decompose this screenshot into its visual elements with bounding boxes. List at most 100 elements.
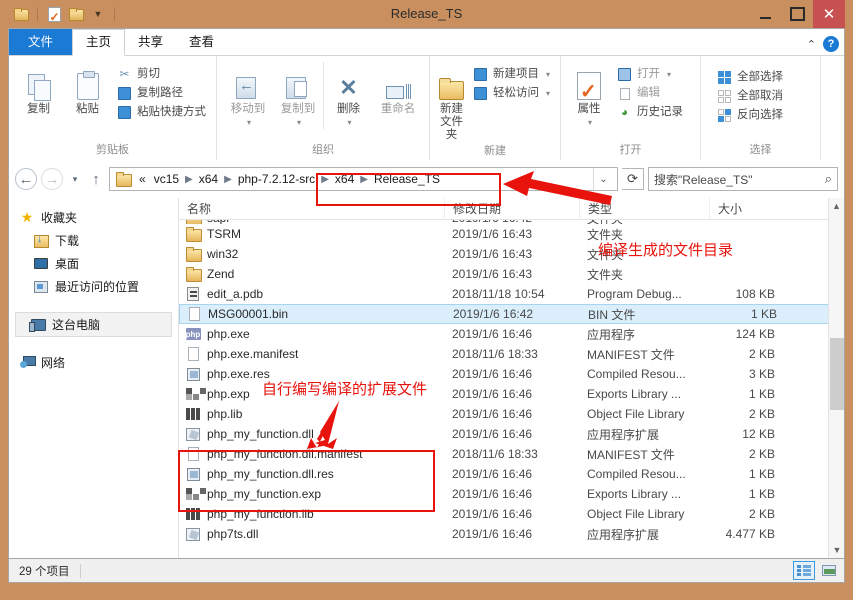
history-button[interactable]: ◕ 历史记录 [613, 103, 687, 122]
qat-new-folder-icon[interactable] [67, 5, 85, 23]
tab-share[interactable]: 共享 [125, 30, 176, 55]
delete-button[interactable]: ✕ 删除 ▾ [322, 62, 373, 129]
table-row[interactable]: MSG00001.bin 2019/1/6 16:42 BIN 文件 1 KB [179, 304, 844, 324]
select-all-button[interactable]: 全部选择 [713, 68, 787, 87]
dll-file-icon [185, 426, 201, 442]
file-date-cell: 2019/1/6 16:46 [452, 327, 533, 341]
folder-icon [185, 226, 202, 242]
open-caret-icon[interactable]: ▾ [667, 67, 671, 82]
new-folder-button[interactable]: 新建 文件夹 [436, 62, 467, 142]
column-header-name[interactable]: 名称 [179, 198, 444, 220]
large-icons-view-icon [822, 565, 836, 576]
qat-divider-2 [114, 7, 115, 21]
paste-shortcut-button[interactable]: 粘贴快捷方式 [113, 103, 210, 122]
address-folder-icon [116, 172, 132, 187]
table-row[interactable]: php_my_function.dll.manifest 2018/11/6 1… [179, 444, 844, 464]
select-all-label: 全部选择 [737, 71, 783, 83]
table-row[interactable]: edit_a.pdb 2018/11/18 10:54 Program Debu… [179, 284, 844, 304]
breadcrumb-release-ts[interactable]: Release_TS [371, 171, 443, 187]
large-icons-view-button[interactable] [818, 561, 840, 580]
properties-caret-icon[interactable]: ▾ [588, 116, 592, 129]
delete-caret-icon[interactable]: ▾ [347, 116, 351, 129]
table-row[interactable]: php7ts.dll 2019/1/6 16:46 应用程序扩展 4.477 K… [179, 524, 844, 544]
sidebar-item-recent-places[interactable]: 最近访问的位置 [9, 275, 178, 298]
column-header-date[interactable]: 修改日期 [444, 198, 579, 220]
breadcrumb-x64-2[interactable]: x64 [332, 171, 357, 187]
refresh-button[interactable]: ⟳ [622, 168, 644, 190]
up-button[interactable]: ↑ [87, 168, 105, 190]
sidebar-item-desktop[interactable]: 桌面 [9, 252, 178, 275]
search-input[interactable]: 搜索"Release_TS" ⌕ [648, 167, 838, 191]
move-to-button[interactable]: 移动到 ▾ [223, 62, 273, 129]
sidebar-item-favorites[interactable]: ★ 收藏夹 [9, 206, 178, 229]
scroll-up-icon[interactable]: ▲ [829, 198, 844, 214]
column-header-type[interactable]: 类型 [579, 198, 709, 220]
sidebar-label-this-pc: 这台电脑 [52, 318, 101, 332]
tab-home[interactable]: 主页 [72, 29, 126, 56]
table-row[interactable]: php.exe.manifest 2018/11/6 18:33 MANIFES… [179, 344, 844, 364]
table-row[interactable]: php_my_function.dll 2019/1/6 16:46 应用程序扩… [179, 424, 844, 444]
edit-button[interactable]: 编辑 [613, 84, 687, 103]
table-row[interactable]: php_my_function.lib 2019/1/6 16:46 Objec… [179, 504, 844, 524]
breadcrumb-php-src[interactable]: php-7.2.12-src [235, 171, 318, 187]
table-row[interactable]: Zend 2019/1/6 16:43 文件夹 [179, 264, 844, 284]
search-icon[interactable]: ⌕ [825, 171, 832, 187]
details-view-button[interactable] [793, 561, 815, 580]
document-icon [185, 346, 201, 362]
select-none-button[interactable]: 全部取消 [713, 87, 787, 106]
recent-locations-caret-icon[interactable]: ▾ [67, 168, 83, 190]
close-button[interactable]: ✕ [813, 0, 845, 28]
invert-selection-button[interactable]: 反向选择 [713, 106, 787, 125]
file-type-cell: Exports Library ... [587, 387, 682, 401]
table-row[interactable]: php.lib 2019/1/6 16:46 Object File Libra… [179, 404, 844, 424]
file-date-cell: 2019/1/6 16:46 [452, 367, 533, 381]
minimize-button[interactable] [749, 0, 781, 28]
table-row[interactable]: TSRM 2019/1/6 16:43 文件夹 [179, 224, 844, 244]
qat-folder-icon[interactable] [12, 5, 30, 23]
maximize-button[interactable] [781, 0, 813, 28]
paste-button[interactable]: 粘贴 [64, 62, 111, 116]
qat-customize-caret-icon[interactable]: ▼ [89, 5, 107, 23]
file-name-cell: php_my_function.exp [179, 486, 444, 502]
sidebar-item-network[interactable]: 网络 [9, 351, 178, 374]
table-row[interactable]: php_my_function.exp 2019/1/6 16:46 Expor… [179, 484, 844, 504]
file-type-cell: BIN 文件 [588, 307, 636, 322]
scroll-down-icon[interactable]: ▼ [829, 542, 844, 558]
forward-button[interactable]: → [41, 168, 63, 190]
file-name-text: Zend [207, 267, 235, 281]
new-item-caret-icon[interactable]: ▾ [546, 67, 550, 82]
copy-button[interactable]: 复制 [15, 62, 62, 116]
breadcrumb-vc15[interactable]: vc15 [151, 171, 182, 187]
address-dropdown-icon[interactable]: ⌄ [593, 168, 613, 190]
properties-button[interactable]: 属性 ▾ [567, 62, 611, 129]
qat-properties-icon[interactable] [45, 5, 63, 23]
scrollbar-thumb[interactable] [830, 338, 844, 410]
sidebar-item-downloads[interactable]: 下载 [9, 229, 178, 252]
table-row[interactable]: php php.exe 2019/1/6 16:46 应用程序 124 KB [179, 324, 844, 344]
rename-button[interactable]: 重命名 [373, 62, 423, 116]
address-bar[interactable]: « vc15 ▶ x64 ▶ php-7.2.12-src ▶ x64 ▶ Re… [109, 167, 618, 191]
copy-to-button[interactable]: 复制到 ▾ [273, 62, 323, 129]
new-item-button[interactable]: 新建项目 ▾ [469, 65, 554, 84]
table-row[interactable]: win32 2019/1/6 16:43 文件夹 [179, 244, 844, 264]
move-to-caret-icon[interactable]: ▾ [247, 116, 251, 129]
copy-path-button[interactable]: 复制路径 [113, 84, 210, 103]
vertical-scrollbar[interactable]: ▲ ▼ [828, 198, 844, 558]
help-icon[interactable]: ? [823, 36, 839, 52]
tab-file[interactable]: 文件 [9, 29, 73, 55]
folder-icon [185, 266, 202, 282]
breadcrumb-root[interactable]: « [136, 171, 149, 187]
column-header-size[interactable]: 大小 [709, 198, 799, 220]
cut-button[interactable]: ✂ 剪切 [113, 65, 210, 84]
open-button[interactable]: 打开 ▾ [613, 65, 687, 84]
collapse-ribbon-icon[interactable]: ⌃ [807, 38, 816, 51]
breadcrumb-x64-1[interactable]: x64 [196, 171, 221, 187]
sidebar-item-this-pc[interactable]: 这台电脑 [15, 312, 172, 337]
tab-view[interactable]: 查看 [176, 30, 227, 55]
easy-access-button[interactable]: 轻松访问 ▾ [469, 84, 554, 103]
copy-to-caret-icon[interactable]: ▾ [297, 116, 301, 129]
back-button[interactable]: ← [15, 168, 37, 190]
ribbon-group-clipboard: 复制 粘贴 ✂ 剪切 复制路径 粘贴快捷方式 剪贴板 [9, 56, 217, 160]
table-row[interactable]: php_my_function.dll.res 2019/1/6 16:46 C… [179, 464, 844, 484]
easy-access-caret-icon[interactable]: ▾ [546, 86, 550, 101]
